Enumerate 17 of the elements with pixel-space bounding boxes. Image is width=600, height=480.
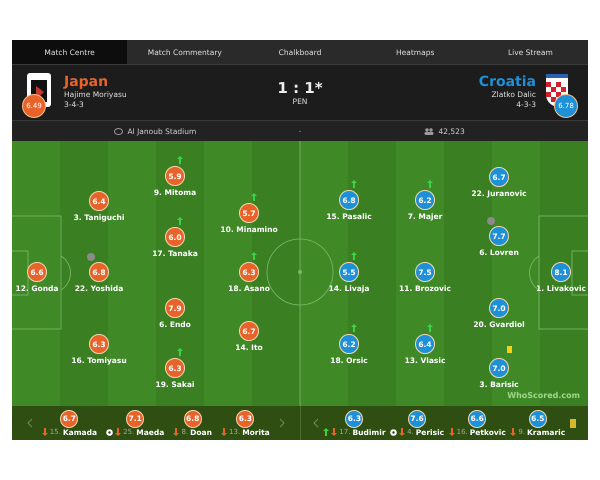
sub-off-arrow-icon	[331, 428, 338, 436]
people-icon	[424, 128, 434, 134]
sub-off-arrow-icon	[510, 428, 516, 436]
sub-off-arrow-icon	[399, 428, 406, 436]
sub-off-arrow-icon	[221, 428, 228, 436]
previous-icon[interactable]	[312, 418, 319, 428]
sub-off-arrow-icon	[173, 428, 180, 436]
previous-icon[interactable]	[26, 418, 33, 428]
sub-off-arrow-icon	[448, 428, 455, 436]
next-icon[interactable]	[278, 418, 285, 428]
site-logo: WhoScored.com	[507, 391, 580, 400]
team-name: Croatia	[478, 75, 536, 90]
sub-off-arrow-icon	[42, 428, 48, 436]
score-text: 1 : 1*	[277, 78, 323, 96]
team-name: Japan	[64, 75, 108, 90]
sub-off-arrow-icon	[115, 428, 122, 436]
stadium-icon	[114, 128, 124, 134]
